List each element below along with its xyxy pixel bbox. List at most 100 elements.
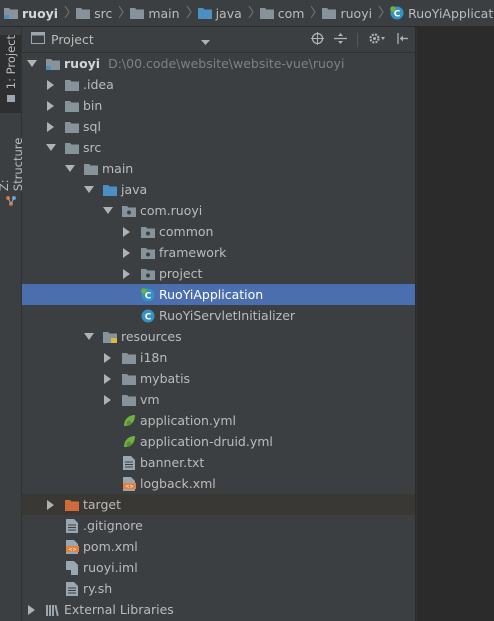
- breadcrumb-item[interactable]: java: [194, 0, 256, 26]
- gear-icon[interactable]: [368, 32, 386, 48]
- collapsed-arrow-icon[interactable]: [46, 121, 56, 132]
- collapsed-arrow-icon[interactable]: [46, 79, 56, 90]
- folder-icon: [121, 350, 137, 366]
- tree-row[interactable]: .gitignore: [22, 515, 415, 536]
- breadcrumb-item[interactable]: main: [126, 0, 193, 26]
- tree-item-label: .idea: [83, 77, 114, 92]
- tree-item-label: pom.xml: [83, 539, 138, 554]
- collapsed-arrow-icon[interactable]: [122, 226, 132, 237]
- tree-row[interactable]: application-druid.yml: [22, 431, 415, 452]
- collapsed-arrow-icon[interactable]: [122, 247, 132, 258]
- tree-row[interactable]: src: [22, 137, 415, 158]
- project-panel-header: Project: [22, 27, 415, 53]
- module-file-icon: [64, 560, 80, 576]
- tree-item-label: mybatis: [140, 371, 191, 386]
- tree-row[interactable]: <> logback.xml: [22, 473, 415, 494]
- text-file-icon: [64, 581, 80, 597]
- tree-row[interactable]: .idea: [22, 74, 415, 95]
- breadcrumb-separator-icon: [248, 5, 254, 21]
- expanded-arrow-icon[interactable]: [65, 164, 75, 174]
- collapsed-arrow-icon[interactable]: [103, 373, 113, 384]
- folder-icon: [64, 119, 80, 135]
- tree-row[interactable]: bin: [22, 95, 415, 116]
- collapse-icon[interactable]: [334, 32, 347, 48]
- tab-structure-label: Z: Structure: [0, 137, 25, 192]
- tree-row[interactable]: main: [22, 158, 415, 179]
- tree-row[interactable]: common: [22, 221, 415, 242]
- breadcrumb-item[interactable]: ruoyi: [0, 0, 72, 26]
- tab-structure[interactable]: Z: Structure: [0, 123, 25, 207]
- tree-item-label: com.ruoyi: [140, 203, 203, 218]
- view-dropdown-icon[interactable]: [201, 34, 210, 49]
- tree-item-label: target: [83, 497, 122, 512]
- breadcrumb-item[interactable]: C RuoYiApplication: [386, 0, 494, 26]
- collapsed-arrow-icon[interactable]: [46, 499, 56, 510]
- source-folder-icon: [102, 182, 118, 198]
- breadcrumb-label: com: [277, 5, 305, 21]
- tab-project[interactable]: 1: Project: [0, 35, 21, 113]
- tree-item-label: ry.sh: [83, 581, 113, 596]
- collapsed-arrow-icon[interactable]: [46, 100, 56, 111]
- tree-item-label: vm: [140, 392, 160, 407]
- project-view-title[interactable]: Project: [51, 32, 94, 47]
- tree-row[interactable]: java: [22, 179, 415, 200]
- tree-row[interactable]: C RuoYiServletInitializer: [22, 305, 415, 326]
- tree-row[interactable]: com.ruoyi: [22, 200, 415, 221]
- expanded-arrow-icon[interactable]: [84, 332, 94, 342]
- collapsed-arrow-icon[interactable]: [103, 352, 113, 363]
- tree-row[interactable]: C RuoYiApplication: [22, 284, 415, 305]
- package-icon: [121, 203, 137, 219]
- tree-row[interactable]: application.yml: [22, 410, 415, 431]
- spring-class-icon: C: [140, 287, 156, 303]
- tree-row[interactable]: ruoyi.iml: [22, 557, 415, 578]
- project-icon: [6, 95, 15, 103]
- breadcrumb-label: main: [148, 5, 180, 21]
- collapsed-arrow-icon[interactable]: [103, 394, 113, 405]
- svg-text:<>: <>: [68, 547, 76, 553]
- spring-class-icon: C: [390, 6, 404, 20]
- target-icon[interactable]: [311, 32, 324, 48]
- tree-row[interactable]: vm: [22, 389, 415, 410]
- tree-row[interactable]: sql: [22, 116, 415, 137]
- breadcrumb-label: ruoyi: [340, 5, 373, 21]
- expanded-arrow-icon[interactable]: [46, 143, 56, 153]
- tree-item-label: i18n: [140, 350, 168, 365]
- tree-item-label: common: [159, 224, 214, 239]
- tree-item-label: project: [159, 266, 203, 281]
- tree-row[interactable]: <> pom.xml: [22, 536, 415, 557]
- tree-row[interactable]: mybatis: [22, 368, 415, 389]
- xml-file-icon: <>: [64, 539, 80, 555]
- collapsed-arrow-icon[interactable]: [27, 604, 37, 615]
- tree-row[interactable]: banner.txt: [22, 452, 415, 473]
- expanded-arrow-icon[interactable]: [27, 59, 37, 69]
- folder-icon: [83, 161, 99, 177]
- tree-item-label: RuoYiApplication: [159, 287, 264, 302]
- expanded-arrow-icon[interactable]: [103, 206, 113, 216]
- tree-row[interactable]: framework: [22, 242, 415, 263]
- tree-item-label: main: [102, 161, 134, 176]
- tree-row[interactable]: External Libraries: [22, 599, 415, 620]
- tree-row[interactable]: resources: [22, 326, 415, 347]
- tree-row[interactable]: ry.sh: [22, 578, 415, 599]
- breadcrumb-item[interactable]: ruoyi: [318, 0, 386, 26]
- folder-icon: [64, 98, 80, 114]
- tree-row[interactable]: i18n: [22, 347, 415, 368]
- folder-icon: [64, 140, 80, 156]
- collapsed-arrow-icon[interactable]: [122, 268, 132, 279]
- hide-icon[interactable]: [396, 32, 409, 48]
- breadcrumb-item[interactable]: src: [72, 0, 126, 26]
- svg-text:<>: <>: [125, 484, 133, 490]
- tree-row[interactable]: target: [22, 494, 415, 515]
- tree-row[interactable]: project: [22, 263, 415, 284]
- spring-config-icon: [121, 413, 137, 429]
- tree-item-label: ruoyi.iml: [83, 560, 138, 575]
- breadcrumb-item[interactable]: com: [256, 0, 319, 26]
- expanded-arrow-icon[interactable]: [84, 185, 94, 195]
- tree-row[interactable]: ruoyi D:\00.code\website\website-vue\ruoy…: [22, 53, 415, 74]
